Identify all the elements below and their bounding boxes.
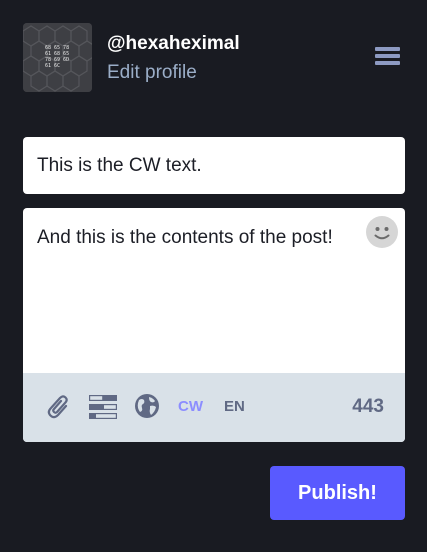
content-warning-toggle[interactable]: CW bbox=[178, 397, 203, 417]
account-header: 68 65 78 61 68 65 78 69 6D 61 6C @hexahe… bbox=[23, 23, 240, 92]
edit-profile-link[interactable]: Edit profile bbox=[107, 61, 240, 85]
smiley-face-icon[interactable] bbox=[365, 215, 399, 249]
language-selector[interactable]: EN bbox=[224, 397, 245, 417]
account-handle: @hexaheximal bbox=[107, 33, 240, 54]
character-counter: 443 bbox=[352, 396, 384, 417]
hamburger-menu-icon[interactable] bbox=[375, 47, 400, 69]
paperclip-icon[interactable] bbox=[47, 394, 71, 425]
avatar[interactable]: 68 65 78 61 68 65 78 69 6D 61 6C bbox=[23, 23, 92, 92]
content-warning-input[interactable]: This is the CW text. bbox=[23, 137, 405, 194]
account-info: @hexaheximal Edit profile bbox=[107, 30, 240, 85]
compose-page: 68 65 78 61 68 65 78 69 6D 61 6C @hexahe… bbox=[0, 0, 427, 552]
compose-form: And this is the contents of the post! CW… bbox=[23, 208, 405, 442]
poll-bars-icon[interactable] bbox=[89, 395, 117, 424]
publish-button[interactable]: Publish! bbox=[270, 466, 405, 520]
avatar-text-line: 61 6C bbox=[45, 63, 60, 69]
post-textarea[interactable]: And this is the contents of the post! bbox=[37, 224, 357, 252]
compose-toolbar: CW EN 443 bbox=[23, 373, 405, 442]
globe-icon[interactable] bbox=[135, 394, 159, 423]
avatar-hex-pattern: 68 65 78 61 68 65 78 69 6D 61 6C bbox=[23, 23, 92, 92]
